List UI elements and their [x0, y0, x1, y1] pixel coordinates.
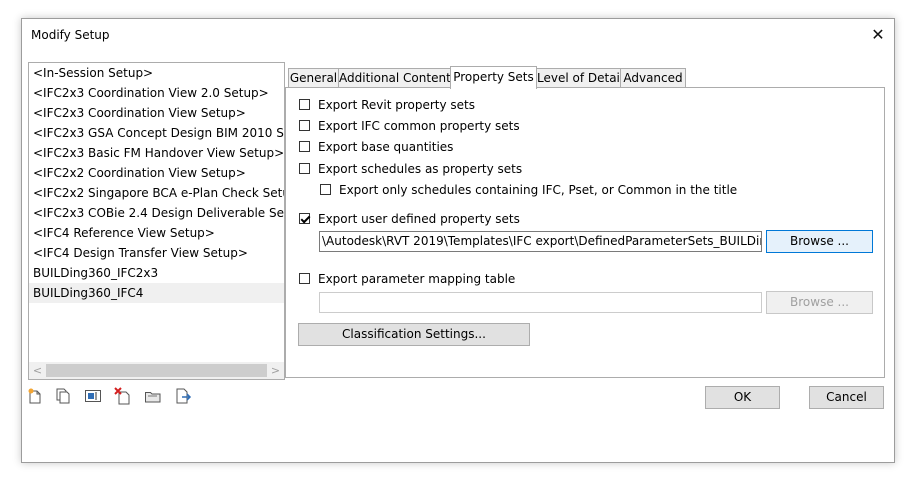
checkbox-label: Export base quantities — [318, 140, 454, 154]
mapping-browse-button[interactable]: Browse ... — [766, 291, 873, 314]
delete-setup-icon[interactable] — [114, 387, 132, 405]
tab-additional-content[interactable]: Additional Content — [338, 68, 451, 87]
setup-item[interactable]: <IFC2x3 Basic FM Handover View Setup> — [29, 143, 284, 163]
scroll-left-icon[interactable]: < — [29, 362, 46, 379]
setup-item[interactable]: <IFC4 Design Transfer View Setup> — [29, 243, 284, 263]
checkbox-label: Export Revit property sets — [318, 98, 476, 112]
checkbox-box[interactable] — [299, 141, 310, 152]
mapping-table-path-field[interactable] — [319, 292, 762, 313]
scroll-right-icon[interactable]: > — [267, 362, 284, 379]
setup-item[interactable]: <IFC2x2 Coordination View Setup> — [29, 163, 284, 183]
setup-item[interactable]: <IFC4 Reference View Setup> — [29, 223, 284, 243]
checkbox-label: Export user defined property sets — [318, 212, 520, 226]
setup-list[interactable]: <In-Session Setup> <IFC2x3 Coordination … — [28, 62, 285, 380]
tab-property-sets[interactable]: Property Sets — [450, 66, 537, 89]
checkbox-box[interactable] — [299, 163, 310, 174]
rename-setup-icon[interactable] — [84, 387, 102, 405]
classification-settings-button[interactable]: Classification Settings... — [298, 323, 530, 346]
setup-item[interactable]: <IFC2x2 Singapore BCA e-Plan Check Setup… — [29, 183, 284, 203]
setup-item[interactable]: BUILDing360_IFC2x3 — [29, 263, 284, 283]
setup-item-selected[interactable]: BUILDing360_IFC4 — [29, 283, 284, 303]
checkbox-label: Export schedules as property sets — [318, 162, 523, 176]
setup-item[interactable]: <IFC2x3 COBie 2.4 Design Deliverable Set… — [29, 203, 284, 223]
checkbox-label: Export only schedules containing IFC, Ps… — [339, 183, 738, 197]
dialog-title: Modify Setup — [31, 28, 110, 42]
checkbox-box[interactable] — [299, 120, 310, 131]
ok-button[interactable]: OK — [705, 386, 780, 409]
horizontal-scrollbar[interactable]: < > — [29, 362, 284, 379]
close-icon[interactable]: ✕ — [862, 19, 894, 50]
tab-general[interactable]: General — [288, 68, 339, 87]
import-setup-icon[interactable] — [144, 387, 162, 405]
duplicate-setup-icon[interactable] — [54, 387, 72, 405]
setup-item[interactable]: <IFC2x3 Coordination View 2.0 Setup> — [29, 83, 284, 103]
setup-item[interactable]: <In-Session Setup> — [29, 63, 284, 83]
browse-button[interactable]: Browse ... — [766, 230, 873, 253]
checkbox-box[interactable] — [320, 184, 331, 195]
modify-setup-dialog: Modify Setup ✕ <In-Session Setup> <IFC2x… — [21, 18, 895, 463]
checkbox-label: Export IFC common property sets — [318, 119, 520, 133]
checkbox-box[interactable] — [299, 273, 310, 284]
setup-item[interactable]: <IFC2x3 Coordination View Setup> — [29, 103, 284, 123]
new-setup-icon[interactable] — [26, 387, 44, 405]
checkbox-box[interactable] — [299, 99, 310, 110]
user-defined-path-field[interactable]: \Autodesk\RVT 2019\Templates\IFC export\… — [319, 231, 762, 252]
tab-level-of-detail[interactable]: Level of Detail — [536, 68, 623, 87]
property-sets-panel: Export Revit property sets Export IFC co… — [285, 87, 885, 378]
scroll-thumb[interactable] — [46, 364, 267, 377]
tab-advanced[interactable]: Advanced — [620, 68, 686, 87]
checkbox-label: Export parameter mapping table — [318, 272, 516, 286]
export-setup-icon[interactable] — [174, 387, 192, 405]
checkbox-box[interactable] — [299, 213, 310, 224]
setup-item[interactable]: <IFC2x3 GSA Concept Design BIM 2010 Setu… — [29, 123, 284, 143]
title-bar: Modify Setup ✕ — [22, 19, 894, 51]
cancel-button[interactable]: Cancel — [809, 386, 884, 409]
